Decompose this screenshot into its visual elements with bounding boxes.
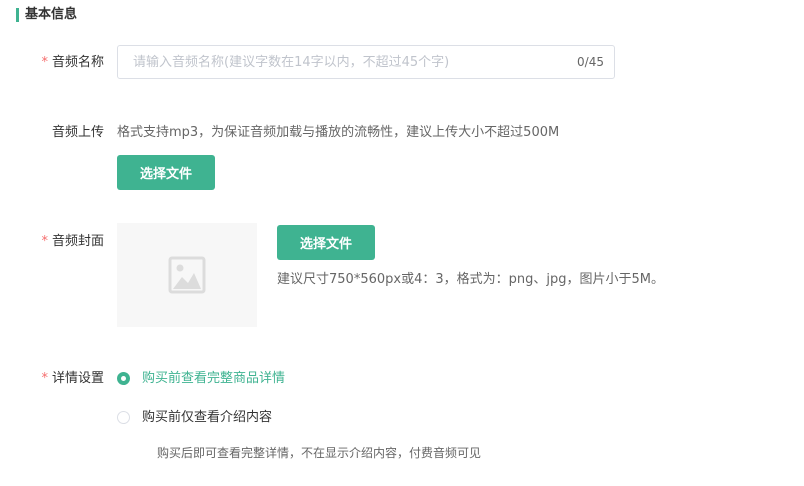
audio-upload-label: 音频上传 [24, 124, 104, 142]
audio-name-input[interactable] [118, 46, 573, 78]
detail-settings-label: * 详情设置 [24, 370, 104, 388]
audio-name-label: * 音频名称 [24, 54, 104, 72]
section-accent-bar [16, 8, 19, 22]
detail-note: 购买后即可查看完整详情，不在显示介绍内容，付费音频可见 [157, 446, 482, 460]
radio-unchecked-icon[interactable] [117, 411, 130, 424]
audio-name-label-text: 音频名称 [51, 55, 104, 70]
char-counter: 0/45 [577, 55, 604, 69]
required-mark: * [41, 55, 48, 70]
required-mark: * [41, 234, 48, 249]
radio-option-label[interactable]: 购买前查看完整商品详情 [142, 370, 285, 388]
audio-name-field[interactable]: 0/45 [117, 45, 615, 79]
audio-cover-label: * 音频封面 [24, 233, 104, 251]
cover-preview [117, 223, 257, 327]
section-title: 基本信息 [25, 7, 78, 22]
detail-settings-label-text: 详情设置 [51, 371, 104, 386]
audio-upload-button[interactable]: 选择文件 [117, 155, 215, 190]
image-placeholder-icon [168, 256, 206, 294]
audio-cover-label-text: 音频封面 [51, 234, 104, 249]
radio-checked-icon[interactable] [117, 372, 130, 385]
basic-info-form: 基本信息 *音频名称 0/45 音频上传 格式支持mp3，为保证音频加载与播放的… [0, 0, 804, 486]
radio-option-label[interactable]: 购买前仅查看介绍内容 [142, 409, 272, 427]
required-mark: * [41, 371, 48, 386]
audio-upload-hint: 格式支持mp3，为保证音频加载与播放的流畅性，建议上传大小不超过500M [117, 125, 560, 140]
cover-hint: 建议尺寸750*560px或4：3，格式为：png、jpg，图片小于5M。 [277, 272, 664, 287]
cover-upload-button[interactable]: 选择文件 [277, 225, 375, 260]
audio-upload-label-text: 音频上传 [51, 125, 104, 140]
